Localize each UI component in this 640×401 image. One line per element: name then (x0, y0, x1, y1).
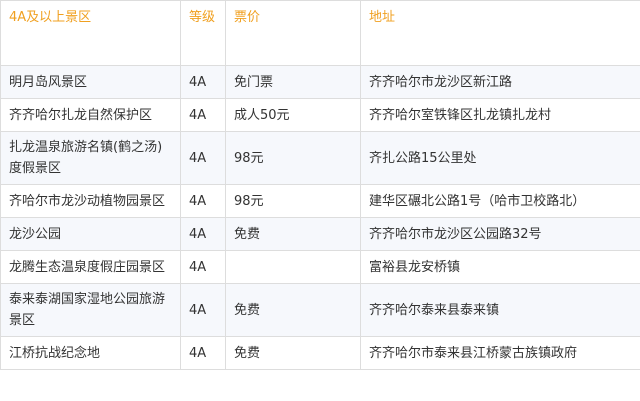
cell-scenic-area: 龙腾生态温泉度假庄园景区 (0, 250, 181, 284)
table-row: 扎龙温泉旅游名镇(鹤之汤)度假景区 4A 98元 齐扎公路15公里处 (0, 131, 640, 185)
table-row: 泰来泰湖国家湿地公园旅游景区 4A 免费 齐齐哈尔泰来县泰来镇 (0, 283, 640, 337)
cell-grade: 4A (180, 336, 226, 370)
cell-scenic-area: 龙沙公园 (0, 217, 181, 251)
cell-scenic-area: 江桥抗战纪念地 (0, 336, 181, 370)
header-ticket-price: 票价 (225, 0, 361, 66)
cell-ticket-price: 成人50元 (225, 98, 361, 132)
cell-scenic-area: 齐哈尔市龙沙动植物园景区 (0, 184, 181, 218)
cell-address: 齐齐哈尔市泰来县江桥蒙古族镇政府 (360, 336, 640, 370)
cell-grade: 4A (180, 217, 226, 251)
table-row: 齐哈尔市龙沙动植物园景区 4A 98元 建华区碾北公路1号（哈市卫校路北） (0, 184, 640, 218)
table-row: 明月岛风景区 4A 免门票 齐齐哈尔市龙沙区新江路 (0, 65, 640, 99)
cell-address: 齐齐哈尔室铁锋区扎龙镇扎龙村 (360, 98, 640, 132)
cell-address: 建华区碾北公路1号（哈市卫校路北） (360, 184, 640, 218)
cell-grade: 4A (180, 250, 226, 284)
header-address: 地址 (360, 0, 640, 66)
table-row: 龙沙公园 4A 免费 齐齐哈尔市龙沙区公园路32号 (0, 217, 640, 251)
header-grade: 等级 (180, 0, 226, 66)
cell-ticket-price (225, 250, 361, 284)
cell-address: 齐齐哈尔市龙沙区公园路32号 (360, 217, 640, 251)
cell-grade: 4A (180, 98, 226, 132)
cell-address: 齐齐哈尔泰来县泰来镇 (360, 283, 640, 337)
cell-grade: 4A (180, 283, 226, 337)
cell-scenic-area: 泰来泰湖国家湿地公园旅游景区 (0, 283, 181, 337)
cell-ticket-price: 98元 (225, 184, 361, 218)
table-row: 龙腾生态温泉度假庄园景区 4A 富裕县龙安桥镇 (0, 250, 640, 284)
cell-ticket-price: 98元 (225, 131, 361, 185)
cell-scenic-area: 扎龙温泉旅游名镇(鹤之汤)度假景区 (0, 131, 181, 185)
cell-address: 齐齐哈尔市龙沙区新江路 (360, 65, 640, 99)
table-row: 江桥抗战纪念地 4A 免费 齐齐哈尔市泰来县江桥蒙古族镇政府 (0, 336, 640, 370)
cell-scenic-area: 齐齐哈尔扎龙自然保护区 (0, 98, 181, 132)
cell-grade: 4A (180, 65, 226, 99)
table-header-row: 4A及以上景区 等级 票价 地址 (0, 0, 640, 66)
cell-grade: 4A (180, 184, 226, 218)
cell-address: 齐扎公路15公里处 (360, 131, 640, 185)
cell-address: 富裕县龙安桥镇 (360, 250, 640, 284)
cell-ticket-price: 免费 (225, 283, 361, 337)
cell-grade: 4A (180, 131, 226, 185)
scenic-spots-table: 4A及以上景区 等级 票价 地址 明月岛风景区 4A 免门票 齐齐哈尔市龙沙区新… (0, 0, 640, 370)
cell-scenic-area: 明月岛风景区 (0, 65, 181, 99)
cell-ticket-price: 免费 (225, 217, 361, 251)
header-scenic-area: 4A及以上景区 (0, 0, 181, 66)
cell-ticket-price: 免费 (225, 336, 361, 370)
cell-ticket-price: 免门票 (225, 65, 361, 99)
table-row: 齐齐哈尔扎龙自然保护区 4A 成人50元 齐齐哈尔室铁锋区扎龙镇扎龙村 (0, 98, 640, 132)
